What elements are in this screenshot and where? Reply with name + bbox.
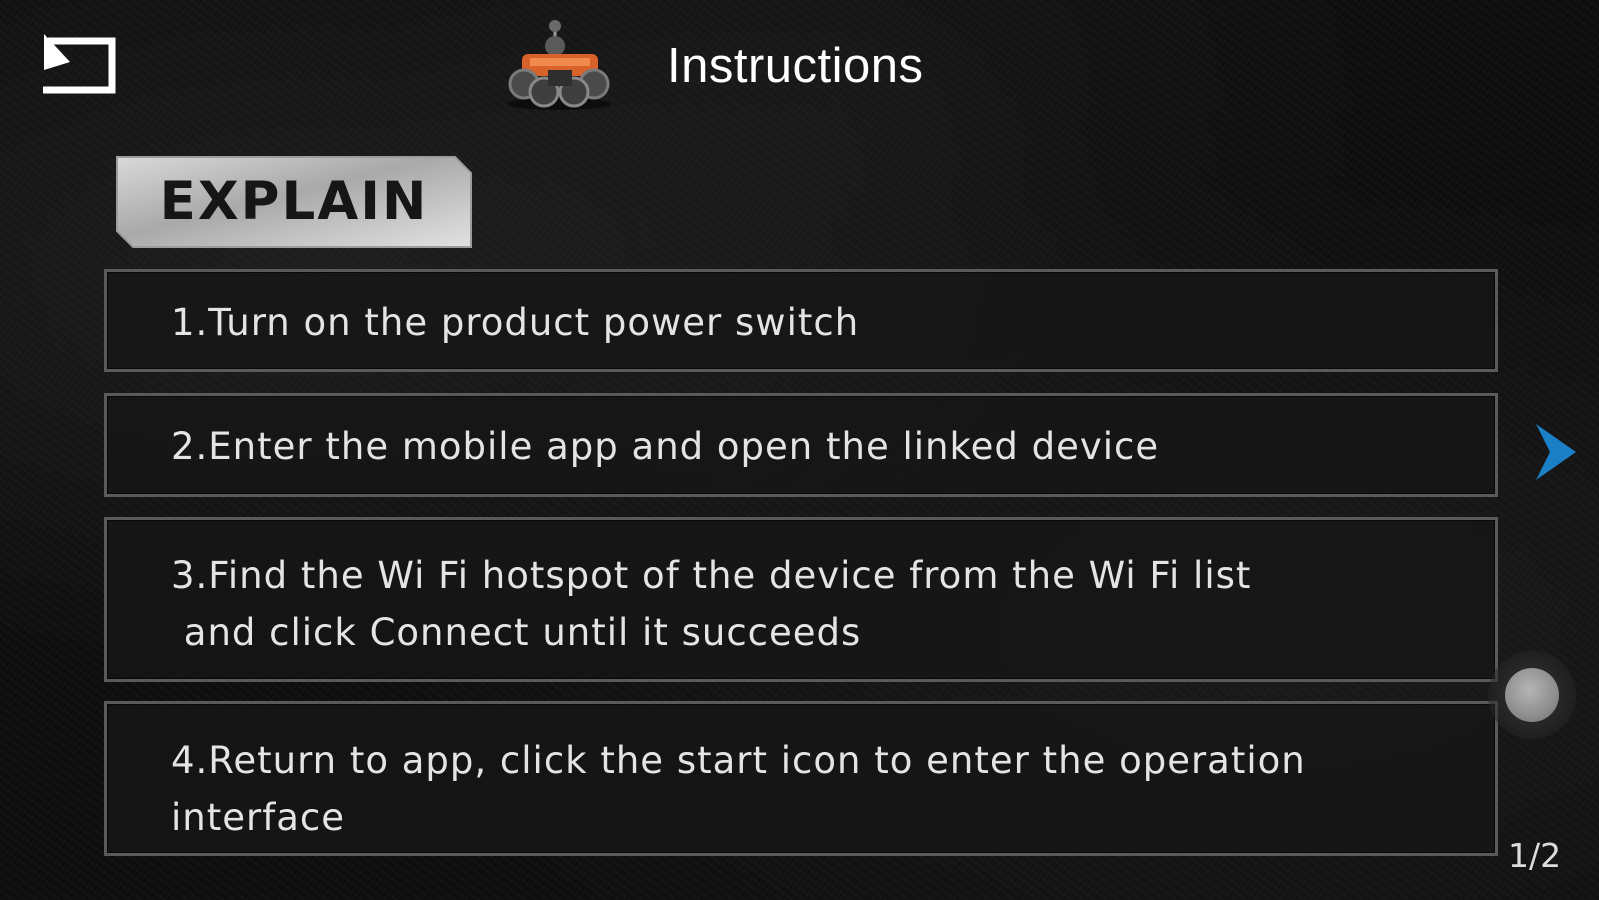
instructions-screen: Instructions EXPLAIN 1.Turn on the produ…: [0, 0, 1599, 900]
explain-label: EXPLAIN: [159, 171, 429, 232]
instruction-step-2: 2.Enter the mobile app and open the link…: [104, 393, 1498, 497]
drone-icon: [500, 18, 618, 114]
explain-badge: EXPLAIN: [115, 155, 473, 249]
step-text: 1.Turn on the product power switch: [171, 301, 860, 344]
next-page-button[interactable]: [1532, 422, 1578, 482]
instruction-step-4: 4.Return to app, click the start icon to…: [104, 701, 1498, 856]
instruction-step-3: 3.Find the Wi Fi hotspot of the device f…: [104, 517, 1498, 682]
page-title: Instructions: [667, 39, 924, 93]
step-text: 3.Find the Wi Fi hotspot of the device f…: [171, 554, 1252, 654]
back-arrow-icon: [43, 34, 116, 94]
step-text: 2.Enter the mobile app and open the link…: [171, 425, 1160, 468]
step-text: 4.Return to app, click the start icon to…: [171, 739, 1306, 839]
page-indicator: 1/2: [1508, 836, 1562, 875]
back-button[interactable]: [38, 34, 120, 96]
chevron-right-icon: [1536, 424, 1576, 480]
floating-assistive-button[interactable]: [1488, 651, 1576, 739]
instruction-step-1: 1.Turn on the product power switch: [104, 269, 1498, 372]
floating-button-knob: [1505, 668, 1559, 722]
